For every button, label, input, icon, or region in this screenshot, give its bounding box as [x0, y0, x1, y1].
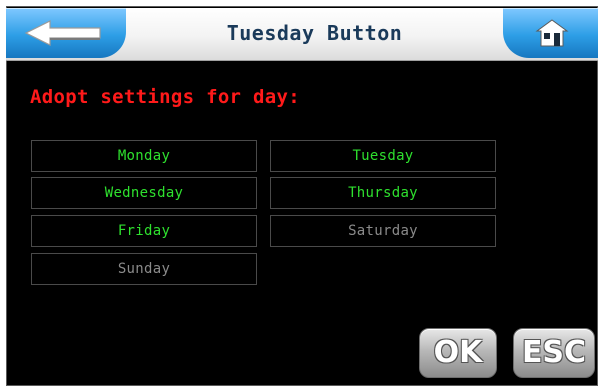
- header-bar: Tuesday Button: [6, 8, 598, 61]
- esc-button[interactable]: ESC: [513, 328, 595, 378]
- day-button-friday[interactable]: Friday: [31, 215, 257, 247]
- day-button-tuesday[interactable]: Tuesday: [270, 140, 496, 172]
- back-arrow-icon: [24, 20, 101, 46]
- page-title: Tuesday Button: [226, 21, 403, 45]
- home-button[interactable]: [503, 8, 598, 58]
- home-icon: [535, 19, 569, 47]
- section-heading: Adopt settings for day:: [30, 86, 300, 108]
- day-button-monday[interactable]: Monday: [31, 140, 257, 172]
- day-button-wednesday[interactable]: Wednesday: [31, 177, 257, 209]
- day-button-thursday[interactable]: Thursday: [270, 177, 496, 209]
- day-button-sunday[interactable]: Sunday: [31, 253, 257, 285]
- ok-button[interactable]: OK: [419, 328, 497, 378]
- day-button-saturday[interactable]: Saturday: [270, 215, 496, 247]
- back-button[interactable]: [6, 8, 126, 58]
